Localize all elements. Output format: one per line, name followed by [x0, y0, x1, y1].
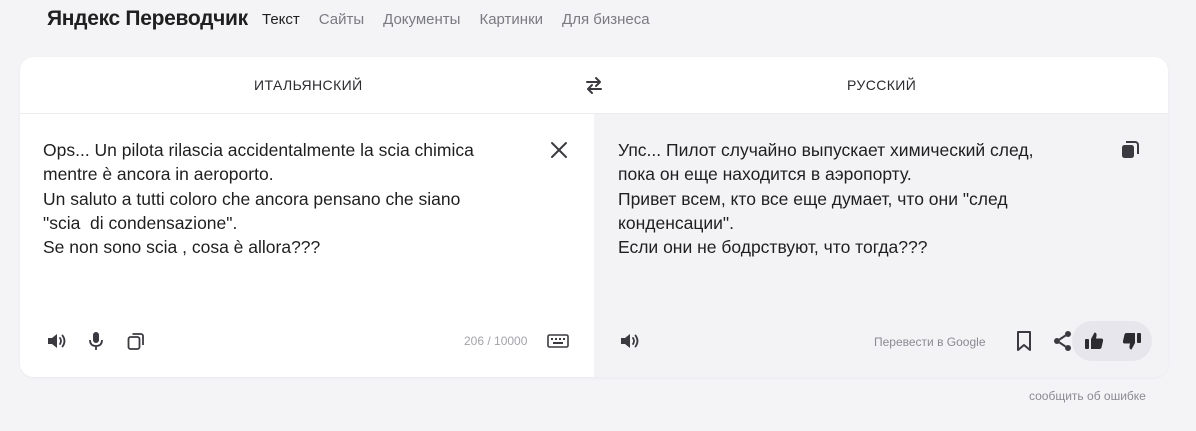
close-icon[interactable]: [547, 138, 571, 162]
copy-icon[interactable]: [124, 329, 148, 353]
nav-tab-sites[interactable]: Сайты: [319, 11, 364, 28]
microphone-icon[interactable]: [84, 329, 108, 353]
translation-text: Упс... Пилот случайно выпускает химическ…: [618, 140, 1034, 258]
speaker-icon[interactable]: [45, 329, 69, 353]
app-logo[interactable]: Яндекс Переводчик: [47, 7, 248, 31]
character-counter: 206 / 10000: [464, 334, 528, 348]
nav-tab-text[interactable]: Текст: [262, 11, 300, 28]
main-nav: Текст Сайты Документы Картинки Для бизне…: [262, 11, 669, 28]
bookmark-icon[interactable]: [1012, 329, 1036, 353]
translate-in-google-link[interactable]: Перевести в Google: [874, 335, 986, 349]
top-header: Яндекс Переводчик Текст Сайты Документы …: [0, 0, 1196, 40]
thumbs-up-icon[interactable]: [1082, 329, 1106, 353]
target-language-select[interactable]: РУССКИЙ: [847, 77, 916, 93]
language-bar: ИТАЛЬЯНСКИЙ РУССКИЙ: [20, 57, 1168, 114]
source-language-select[interactable]: ИТАЛЬЯНСКИЙ: [254, 77, 363, 93]
nav-tab-images[interactable]: Картинки: [479, 11, 543, 28]
keyboard-icon[interactable]: [546, 329, 570, 353]
thumbs-down-icon[interactable]: [1120, 329, 1144, 353]
copy-icon[interactable]: [1118, 138, 1142, 162]
source-text-input[interactable]: Ops... Un pilota rilascia accidentalment…: [43, 138, 533, 259]
speaker-icon[interactable]: [618, 329, 642, 353]
nav-tab-documents[interactable]: Документы: [383, 11, 460, 28]
swap-arrows-icon[interactable]: [584, 75, 604, 95]
source-pane: Ops... Un pilota rilascia accidentalment…: [20, 114, 594, 377]
nav-tab-business[interactable]: Для бизнеса: [562, 11, 650, 28]
translator-card: ИТАЛЬЯНСКИЙ РУССКИЙ Ops... Un pilota ril…: [20, 57, 1168, 377]
translation-pane: Упс... Пилот случайно выпускает химическ…: [594, 114, 1168, 377]
report-error-link[interactable]: сообщить об ошибке: [1029, 389, 1146, 403]
